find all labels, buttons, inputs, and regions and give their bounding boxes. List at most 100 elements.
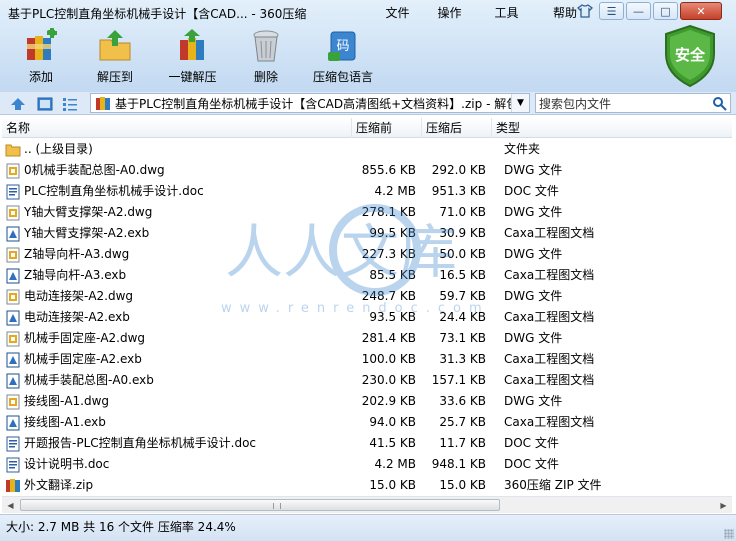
scroll-right-icon[interactable]: ▶ — [715, 497, 732, 513]
file-name: Z轴导向杆-A3.dwg — [24, 247, 130, 261]
file-type: DOC 文件 — [504, 457, 559, 471]
delete-button[interactable]: 删除 — [231, 28, 301, 85]
file-name-cell: 接线图-A1.dwg — [2, 391, 352, 412]
file-row[interactable]: Y轴大臂支撑架-A2.dwg 278.1 KB 71.0 KB DWG 文件 — [2, 202, 732, 223]
file-row[interactable]: 开题报告-PLC控制直角坐标机械手设计.doc 41.5 KB 11.7 KB DOC… — [2, 433, 732, 454]
one-click-extract-icon — [179, 29, 204, 60]
file-name-cell: 接线图-A1.exb — [2, 412, 352, 433]
main-menu-button[interactable]: ☰ — [599, 2, 624, 20]
file-row[interactable]: 接线图-A1.dwg 202.9 KB 33.6 KB DWG 文件 — [2, 391, 732, 412]
doc-file-icon — [5, 457, 21, 473]
menu-operation[interactable]: 操作 — [425, 4, 474, 21]
file-name: PLC控制直角坐标机械手设计.doc — [24, 184, 204, 198]
file-row[interactable]: Y轴大臂支撑架-A2.exb 99.5 KB 30.9 KB Caxa工程图文档 — [2, 223, 732, 244]
scroll-thumb[interactable] — [20, 499, 500, 511]
file-row[interactable]: PLC控制直角坐标机械手设计.doc 4.2 MB 951.3 KB DOC 文件 — [2, 181, 732, 202]
title-bar: 基于PLC控制直角坐标机械手设计【含CAD... - 360压缩 文件 操作 工… — [0, 0, 736, 92]
list-view-icon[interactable] — [62, 96, 78, 112]
shirt-icon — [576, 4, 593, 18]
delete-label: 删除 — [253, 70, 278, 84]
file-row[interactable]: 机械手固定座-A2.dwg 281.4 KB 73.1 KB DWG 文件 — [2, 328, 732, 349]
file-row[interactable]: Z轴导向杆-A3.exb 85.5 KB 16.5 KB Caxa工程图文档 — [2, 265, 732, 286]
file-type: DWG 文件 — [504, 205, 563, 219]
trash-icon — [253, 30, 279, 62]
file-size: 4.2 MB — [374, 457, 416, 471]
file-name-cell: Y轴大臂支撑架-A2.exb — [2, 223, 352, 244]
file-size: 94.0 KB — [369, 415, 416, 429]
file-row[interactable]: Z轴导向杆-A3.dwg 227.3 KB 50.0 KB DWG 文件 — [2, 244, 732, 265]
file-type: DOC 文件 — [504, 184, 559, 198]
chevron-down-icon[interactable]: ▼ — [511, 94, 529, 112]
file-type: Caxa工程图文档 — [504, 310, 595, 324]
file-packed-size: 15.0 KB — [439, 478, 486, 492]
file-size: 227.3 KB — [361, 247, 416, 261]
file-row[interactable]: 接线图-A1.exb 94.0 KB 25.7 KB Caxa工程图文档 — [2, 412, 732, 433]
file-size: 281.4 KB — [361, 331, 416, 345]
resize-grip[interactable] — [724, 529, 734, 539]
file-packed-size: 50.0 KB — [439, 247, 486, 261]
window-title: 基于PLC控制直角坐标机械手设计【含CAD... - 360压缩 — [8, 7, 307, 21]
file-name: .. (上级目录) — [24, 142, 93, 156]
file-type: DWG 文件 — [504, 247, 563, 261]
one-click-extract-button[interactable]: 一键解压 — [154, 28, 231, 85]
file-row[interactable]: 0机械手装配总图-A0.dwg 855.6 KB 292.0 KB DWG 文件 — [2, 160, 732, 181]
search-icon[interactable] — [712, 96, 727, 111]
file-name: 接线图-A1.exb — [24, 415, 106, 429]
file-name: Y轴大臂支撑架-A2.exb — [24, 226, 150, 240]
column-type[interactable]: 类型 — [492, 118, 732, 138]
file-name: 接线图-A1.dwg — [24, 394, 110, 408]
up-arrow-icon[interactable] — [10, 96, 26, 112]
minimize-button[interactable]: — — [626, 2, 651, 20]
file-row[interactable]: 机械手固定座-A2.exb 100.0 KB 31.3 KB Caxa工程图文档 — [2, 349, 732, 370]
file-type: Caxa工程图文档 — [504, 226, 595, 240]
exb-file-icon — [5, 268, 21, 284]
file-row[interactable]: 电动连接架-A2.exb 93.5 KB 24.4 KB Caxa工程图文档 — [2, 307, 732, 328]
menu-tools[interactable]: 工具 — [474, 4, 539, 21]
file-name: 0机械手装配总图-A0.dwg — [24, 163, 165, 177]
file-size: 202.9 KB — [361, 394, 416, 408]
search-placeholder: 搜索包内文件 — [539, 96, 612, 111]
file-size: 41.5 KB — [369, 436, 416, 450]
thumbnail-view-icon[interactable] — [37, 96, 53, 112]
archive-language-button[interactable]: 码 压缩包语言 — [301, 28, 385, 85]
file-type: DWG 文件 — [504, 394, 563, 408]
folder-file-icon — [5, 142, 21, 158]
file-packed-size — [422, 139, 492, 160]
menu-bar: 文件 操作 工具 帮助 — [370, 4, 591, 21]
file-size: 248.7 KB — [361, 289, 416, 303]
column-packed[interactable]: 压缩后 — [422, 118, 492, 138]
add-books-icon — [27, 28, 57, 60]
file-packed-size: 71.0 KB — [439, 205, 486, 219]
search-input[interactable]: 搜索包内文件 — [535, 93, 731, 113]
file-name-cell: 外文翻译.zip — [2, 475, 352, 496]
archive-path-field[interactable]: 基于PLC控制直角坐标机械手设计【含CAD高清图纸+文档资料】.zip - 解包… — [90, 93, 530, 113]
add-button[interactable]: 添加 — [6, 28, 76, 85]
file-type: Caxa工程图文档 — [504, 268, 595, 282]
one-click-extract-label: 一键解压 — [168, 70, 217, 84]
file-size: 278.1 KB — [361, 205, 416, 219]
file-row[interactable]: 机械手装配总图-A0.exb 230.0 KB 157.1 KB Caxa工程图文档 — [2, 370, 732, 391]
file-type: DOC 文件 — [504, 436, 559, 450]
scroll-left-icon[interactable]: ◀ — [2, 497, 19, 513]
security-shield[interactable]: 安全 — [662, 24, 718, 88]
file-row[interactable]: 设计说明书.doc 4.2 MB 948.1 KB DOC 文件 — [2, 454, 732, 475]
file-packed-size: 73.1 KB — [439, 331, 486, 345]
file-size: 100.0 KB — [361, 352, 416, 366]
dwg-file-icon — [5, 394, 21, 410]
extract-to-label: 解压到 — [96, 70, 133, 84]
toolbar: 添加 解压到 一键解压 删除 码 压缩包语言 — [6, 28, 385, 85]
close-button[interactable]: ✕ — [680, 2, 722, 20]
column-size[interactable]: 压缩前 — [352, 118, 422, 138]
restore-button[interactable]: □ — [653, 2, 678, 20]
extract-to-button[interactable]: 解压到 — [76, 28, 154, 85]
file-row[interactable]: 电动连接架-A2.dwg 248.7 KB 59.7 KB DWG 文件 — [2, 286, 732, 307]
file-size: 855.6 KB — [361, 163, 416, 177]
horizontal-scrollbar[interactable]: ◀ ▶ — [2, 496, 732, 513]
column-name[interactable]: 名称 — [2, 118, 352, 138]
skin-button[interactable] — [572, 2, 597, 20]
file-name: 机械手固定座-A2.exb — [24, 352, 142, 366]
menu-file[interactable]: 文件 — [370, 4, 425, 21]
file-row[interactable]: .. (上级目录) 文件夹 — [2, 139, 732, 160]
dwg-file-icon — [5, 331, 21, 347]
file-row[interactable]: 外文翻译.zip 15.0 KB 15.0 KB 360压缩 ZIP 文件 — [2, 475, 732, 496]
